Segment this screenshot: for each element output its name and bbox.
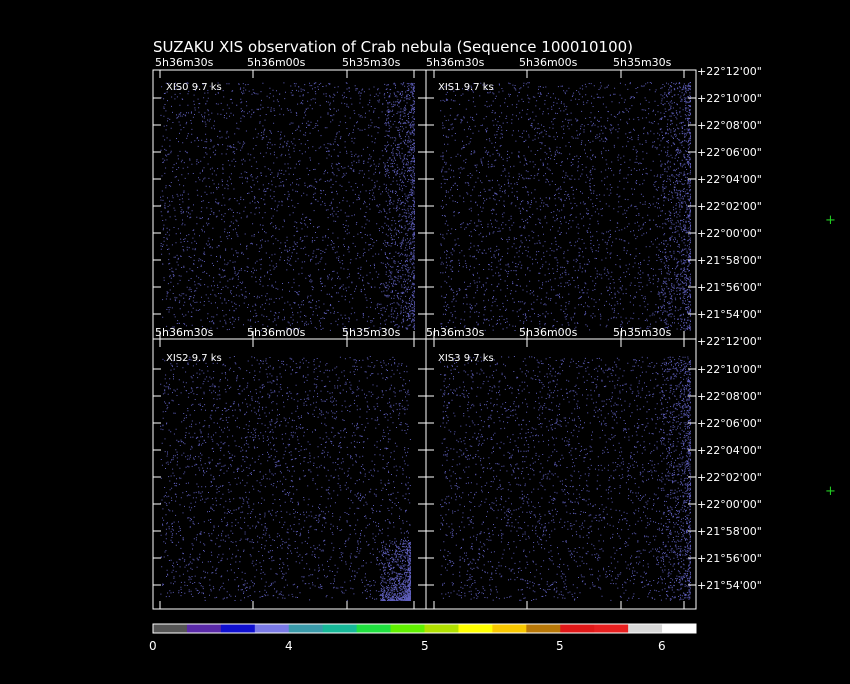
dec-tick-label: +21°56'00" xyxy=(697,552,762,565)
colorbar-label: 5 xyxy=(556,639,564,653)
dec-tick-label: +22°10'00" xyxy=(697,92,762,105)
ra-tick-label: 5h36m00s xyxy=(519,56,578,69)
colorbar-segment xyxy=(662,624,697,633)
colorbar-label: 6 xyxy=(658,639,666,653)
colorbar-segment xyxy=(560,624,595,633)
dec-tick-label: +22°08'00" xyxy=(697,119,762,132)
colorbar-segment xyxy=(153,624,188,633)
dec-tick-label: +22°00'00" xyxy=(697,227,762,240)
colorbar-segment xyxy=(492,624,527,633)
dec-tick-label: +22°10'00" xyxy=(697,363,762,376)
dec-tick-label: +22°12'00" xyxy=(697,335,762,348)
colorbar-segment xyxy=(526,624,561,633)
panel-xis2: XIS2 9.7 ks xyxy=(152,338,427,610)
colorbar-segment xyxy=(458,624,493,633)
colorbar: 0 4 5 5 6 xyxy=(149,623,697,653)
ra-tick-label: 5h35m30s xyxy=(613,56,672,69)
dec-tick-label: +22°02'00" xyxy=(697,471,762,484)
xis-image-viewer: SUZAKU XIS observation of Crab nebula (S… xyxy=(0,0,850,680)
colorbar-segment xyxy=(288,624,324,633)
ra-tick-label: 5h36m00s xyxy=(247,326,306,339)
source-marker: + xyxy=(825,213,836,228)
panel-label-xis2: XIS2 9.7 ks xyxy=(166,353,222,364)
ra-axis-mid: 5h36m30s 5h36m00s 5h35m30s 5h36m30s 5h36… xyxy=(155,326,672,339)
dec-tick-label: +22°08'00" xyxy=(697,390,762,403)
panel-label-xis1: XIS1 9.7 ks xyxy=(438,82,494,93)
event-dots xyxy=(440,82,691,331)
panel-grid: XIS0 9.7 ks XIS1 9.7 ks XIS2 9.7 ks XIS3… xyxy=(152,69,697,610)
colorbar-segment xyxy=(186,624,222,633)
colorbar-segment xyxy=(594,624,629,633)
colorbar-label: 0 xyxy=(149,639,157,653)
dec-tick-label: +21°58'00" xyxy=(697,254,762,267)
ra-axis-top: 5h36m30s 5h36m00s 5h35m30s 5h36m30s 5h36… xyxy=(155,56,672,69)
dec-tick-label: +22°02'00" xyxy=(697,200,762,213)
colorbar-labels: 0 4 5 5 6 xyxy=(149,639,666,653)
ra-tick-label: 5h35m30s xyxy=(342,326,401,339)
colorbar-label: 5 xyxy=(421,639,429,653)
colorbar-segments xyxy=(152,623,697,634)
event-dots xyxy=(440,356,691,601)
dec-tick-label: +21°58'00" xyxy=(697,525,762,538)
colorbar-label: 4 xyxy=(285,639,293,653)
ra-tick-label: 5h35m30s xyxy=(342,56,401,69)
dec-tick-label: +22°04'00" xyxy=(697,173,762,186)
colorbar-segment xyxy=(322,624,358,633)
panel-frame xyxy=(425,69,697,340)
ra-tick-label: 5h36m30s xyxy=(155,56,214,69)
event-dots xyxy=(160,356,411,601)
ra-tick-label: 5h36m30s xyxy=(155,326,214,339)
dec-tick-label: +21°56'00" xyxy=(697,281,762,294)
colorbar-segment xyxy=(424,624,459,633)
ra-tick-label: 5h35m30s xyxy=(613,326,672,339)
dec-tick-label: +21°54'00" xyxy=(697,579,762,592)
ra-tick-label: 5h36m00s xyxy=(519,326,578,339)
dec-tick-label: +21°54'00" xyxy=(697,308,762,321)
dec-tick-label: +22°00'00" xyxy=(697,498,762,511)
panel-xis3: XIS3 9.7 ks xyxy=(425,338,697,610)
dec-tick-label: +22°06'00" xyxy=(697,417,762,430)
panel-frame xyxy=(152,338,427,610)
plot-title: SUZAKU XIS observation of Crab nebula (S… xyxy=(153,38,633,56)
ra-tick-label: 5h36m30s xyxy=(426,56,485,69)
dec-tick-label: +22°04'00" xyxy=(697,444,762,457)
panel-xis0: XIS0 9.7 ks xyxy=(152,69,427,340)
ra-tick-label: 5h36m00s xyxy=(247,56,306,69)
ra-tick-label: 5h36m30s xyxy=(426,326,485,339)
dec-tick-label: +22°12'00" xyxy=(697,65,762,78)
colorbar-segment xyxy=(628,624,663,633)
colorbar-segment xyxy=(254,624,290,633)
xis-mosaic-plot: SUZAKU XIS observation of Crab nebula (S… xyxy=(149,38,836,653)
dec-tick-label: +22°06'00" xyxy=(697,146,762,159)
panel-xis1: XIS1 9.7 ks xyxy=(425,69,697,340)
panel-label-xis0: XIS0 9.7 ks xyxy=(166,82,222,93)
colorbar-segment xyxy=(356,624,392,633)
colorbar-segment xyxy=(220,624,256,633)
panel-label-xis3: XIS3 9.7 ks xyxy=(438,353,494,364)
source-marker: + xyxy=(825,484,836,499)
event-dots xyxy=(160,82,415,331)
dec-axis-labels: +22°12'00" +22°10'00" +22°08'00" +22°06'00"… xyxy=(697,65,762,592)
colorbar-segment xyxy=(390,624,425,633)
